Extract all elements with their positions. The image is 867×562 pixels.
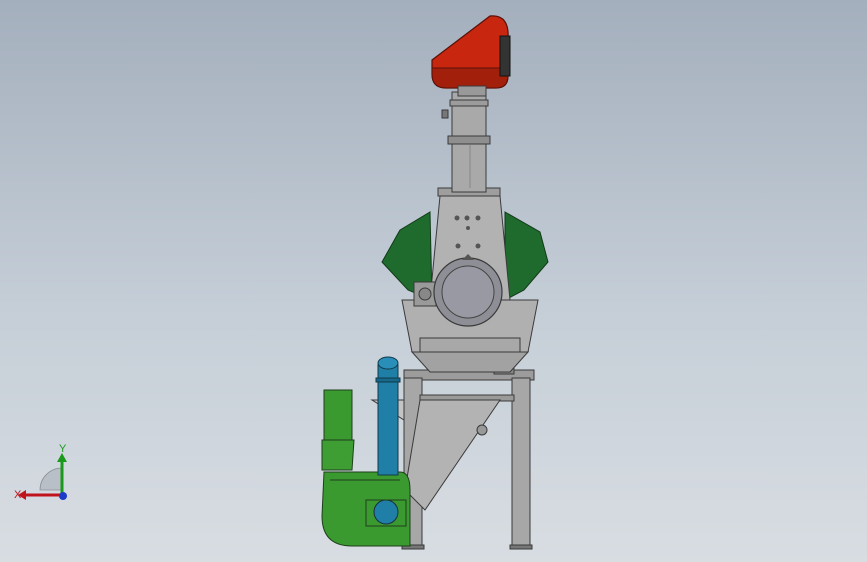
vertical-duct (441, 91, 491, 193)
blue-pipe (375, 356, 401, 476)
triad-arc (39, 467, 63, 491)
machine-model[interactable] (0, 0, 867, 562)
axis-triad[interactable]: Y X (10, 440, 80, 510)
y-axis-label: Y (59, 443, 67, 455)
cad-viewport[interactable]: Y X (0, 0, 867, 562)
x-axis-label: X (14, 489, 22, 501)
z-axis-dot (59, 492, 67, 500)
right-side-panel (504, 211, 549, 301)
red-top-hood (431, 15, 511, 97)
main-housing (381, 187, 549, 373)
discharge-chute (404, 399, 501, 511)
